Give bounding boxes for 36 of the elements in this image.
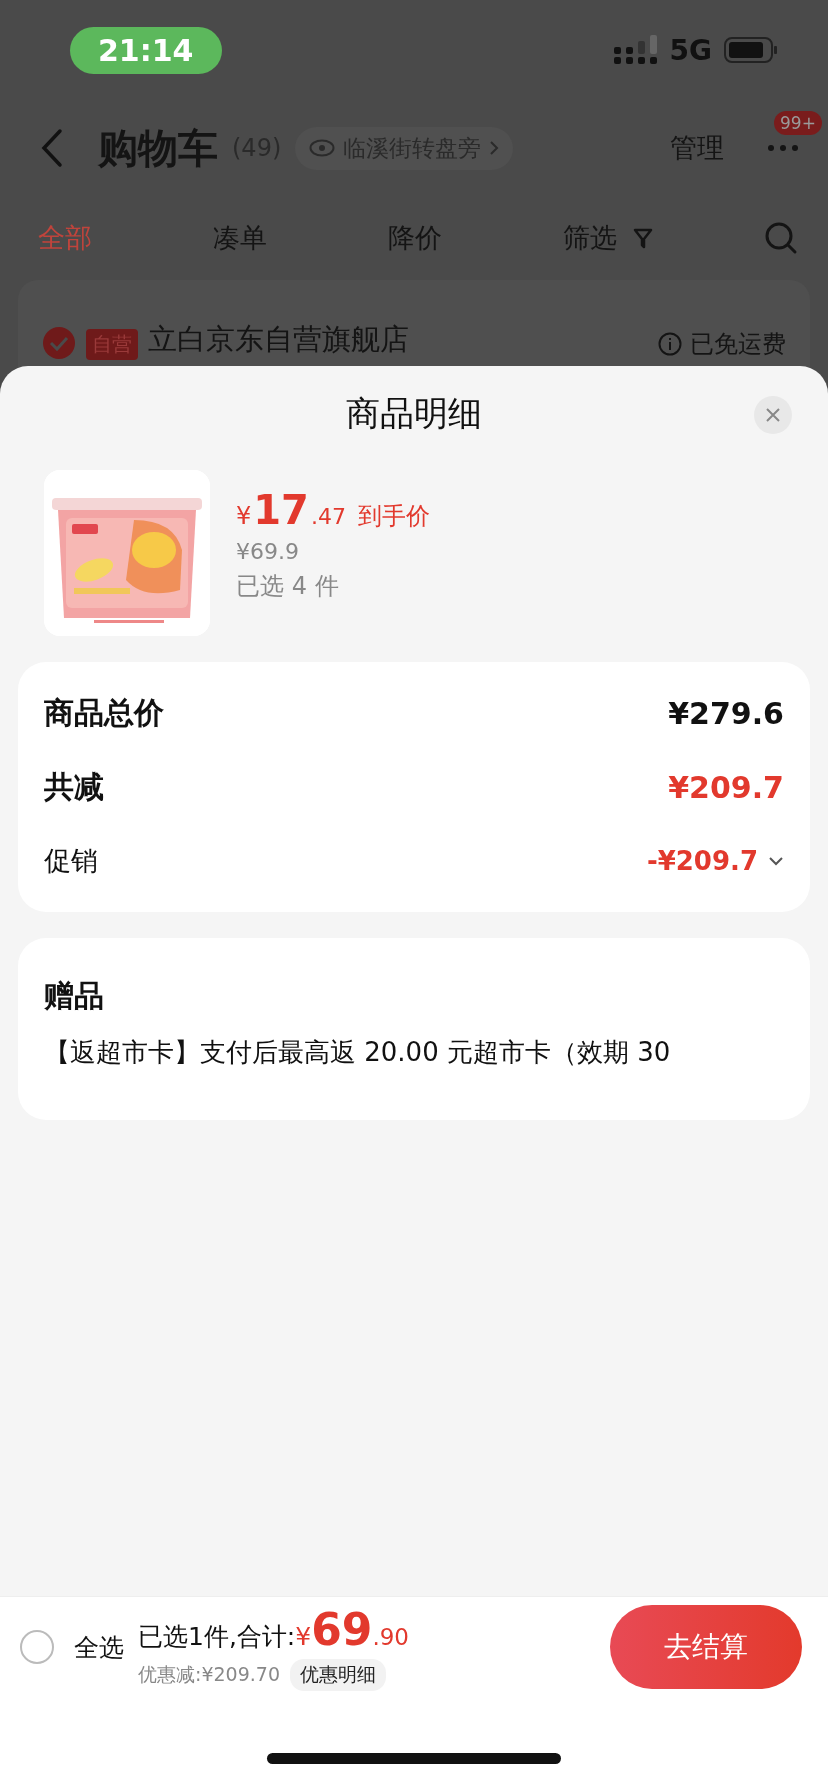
quantity-text: 已选 4 件: [236, 570, 340, 602]
summary-value: ¥279.6: [668, 695, 784, 731]
search-icon[interactable]: [764, 221, 798, 255]
original-price: ¥69.9: [236, 538, 300, 564]
chevron-down-icon[interactable]: [768, 856, 784, 866]
close-button[interactable]: [754, 396, 792, 434]
store-checkbox[interactable]: [42, 326, 76, 360]
total-price: 已选1件,合计:¥69.90: [138, 1603, 409, 1655]
sheet-title: 商品明细: [346, 392, 482, 435]
summary-value: ¥209.7: [668, 769, 784, 805]
gift-title: 赠品: [44, 977, 105, 1015]
checkout-button[interactable]: 去结算: [610, 1605, 802, 1689]
shipping-text: 已免运费: [690, 329, 786, 360]
store-name[interactable]: 立白京东自营旗舰店: [148, 320, 409, 360]
signal-icon: [613, 35, 658, 65]
close-icon: [765, 407, 781, 423]
summary-value: -¥209.7: [646, 846, 758, 876]
summary-label: 商品总价: [44, 693, 164, 732]
final-price: ¥17.47 到手价: [236, 486, 430, 533]
battery-icon: [724, 37, 778, 63]
discount-text: 优惠减:¥209.70: [138, 1661, 280, 1687]
select-all-label[interactable]: 全选: [74, 1630, 124, 1664]
info-icon: [658, 332, 682, 356]
gift-text: 【返超市卡】支付后最高返 20.00 元超市卡（效期 30: [44, 1036, 672, 1069]
summary-label: 促销: [44, 844, 98, 878]
filter-icon: [633, 227, 653, 249]
chevron-icon: [489, 140, 500, 156]
back-icon[interactable]: [40, 128, 64, 168]
eye-icon: [309, 139, 336, 157]
network-label: 5G: [669, 33, 712, 67]
summary-label: 共减: [44, 767, 104, 806]
status-time: 21:14: [70, 26, 222, 74]
notification-badge: 99+: [774, 111, 822, 135]
filter-tab[interactable]: 全部: [38, 220, 213, 256]
discount-detail-button[interactable]: 优惠明细: [290, 1658, 386, 1691]
select-all-radio[interactable]: [20, 1630, 54, 1664]
